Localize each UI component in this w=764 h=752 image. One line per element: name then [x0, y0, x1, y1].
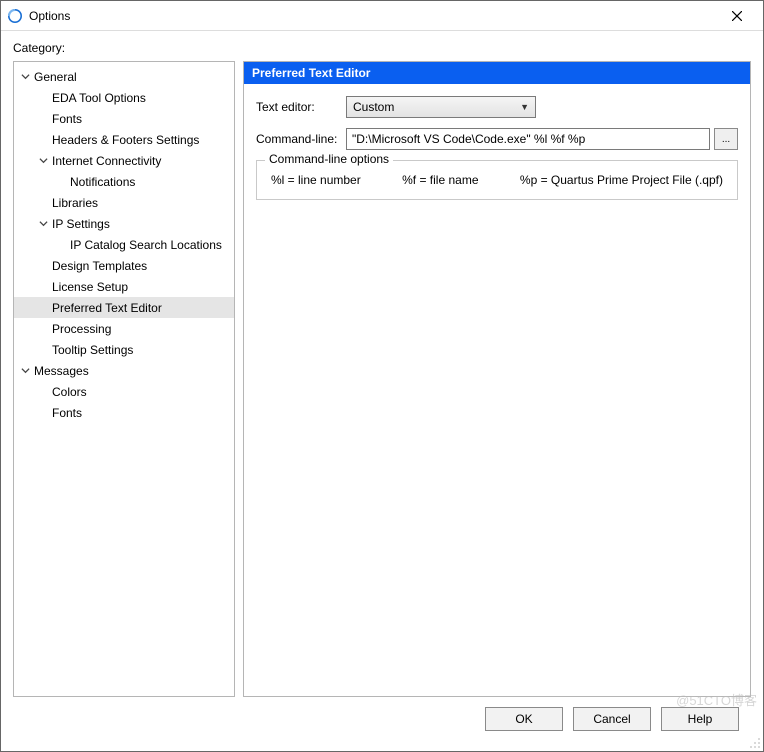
panes: General EDA Tool Options Fonts Headers & Fo… — [13, 61, 751, 697]
browse-label: ... — [722, 134, 730, 145]
tree-item-label: Messages — [34, 364, 89, 378]
content-pane: Preferred Text Editor Text editor: Custo… — [243, 61, 751, 697]
panel-title: Preferred Text Editor — [244, 62, 750, 84]
tree-item[interactable]: Preferred Text Editor — [14, 297, 234, 318]
command-line-input[interactable] — [346, 128, 710, 150]
tree-item[interactable]: Messages — [14, 360, 234, 381]
tree-item-label: IP Settings — [52, 217, 110, 231]
tree-item[interactable]: Internet Connectivity — [14, 150, 234, 171]
close-icon — [732, 11, 742, 21]
resize-grip-icon[interactable] — [747, 735, 761, 749]
titlebar: Options — [1, 1, 763, 31]
browse-button[interactable]: ... — [714, 128, 738, 150]
tree-item-label: General — [34, 70, 77, 84]
command-line-options-group: Command-line options %l = line number %f… — [256, 160, 738, 200]
tree-item-label: License Setup — [52, 280, 128, 294]
text-editor-value: Custom — [353, 100, 394, 114]
category-label: Category: — [13, 41, 751, 55]
options-legend: Command-line options — [265, 152, 393, 166]
chevron-down-icon[interactable] — [36, 217, 50, 231]
tree-item-label: Internet Connectivity — [52, 154, 161, 168]
chevron-down-icon: ▼ — [520, 102, 529, 112]
opt-project-file: %p = Quartus Prime Project File (.qpf) — [520, 173, 723, 187]
command-line-label: Command-line: — [256, 132, 346, 146]
close-button[interactable] — [717, 2, 757, 30]
tree-item-label: IP Catalog Search Locations — [70, 238, 222, 252]
tree-item-label: Colors — [52, 385, 87, 399]
dialog-footer: OK Cancel Help — [13, 697, 751, 741]
tree-item[interactable]: EDA Tool Options — [14, 87, 234, 108]
tree-item[interactable]: General — [14, 66, 234, 87]
help-button[interactable]: Help — [661, 707, 739, 731]
category-tree[interactable]: General EDA Tool Options Fonts Headers & Fo… — [13, 61, 235, 697]
cancel-button[interactable]: Cancel — [573, 707, 651, 731]
tree-item-label: Design Templates — [52, 259, 147, 273]
app-icon — [7, 8, 23, 24]
chevron-down-icon[interactable] — [36, 154, 50, 168]
chevron-down-icon[interactable] — [18, 364, 32, 378]
tree-item-label: Fonts — [52, 112, 82, 126]
text-editor-dropdown[interactable]: Custom ▼ — [346, 96, 536, 118]
tree-item[interactable]: Headers & Footers Settings — [14, 129, 234, 150]
panel-body: Text editor: Custom ▼ Command-line: ... — [244, 84, 750, 696]
command-line-row: Command-line: ... — [256, 128, 738, 150]
tree-item[interactable]: License Setup — [14, 276, 234, 297]
tree-item-label: EDA Tool Options — [52, 91, 146, 105]
text-editor-label: Text editor: — [256, 100, 346, 114]
options-dialog: Options Category: General EDA Tool Option… — [0, 0, 764, 752]
tree-item-label: Libraries — [52, 196, 98, 210]
tree-item[interactable]: IP Settings — [14, 213, 234, 234]
tree-item[interactable]: IP Catalog Search Locations — [14, 234, 234, 255]
tree-item-label: Processing — [52, 322, 111, 336]
tree-item-label: Notifications — [70, 175, 135, 189]
tree-item-label: Preferred Text Editor — [52, 301, 162, 315]
tree-item-label: Fonts — [52, 406, 82, 420]
tree-item[interactable]: Processing — [14, 318, 234, 339]
options-row: %l = line number %f = file name %p = Qua… — [269, 171, 725, 187]
tree-item[interactable]: Tooltip Settings — [14, 339, 234, 360]
tree-item[interactable]: Libraries — [14, 192, 234, 213]
text-editor-row: Text editor: Custom ▼ — [256, 96, 738, 118]
tree-item[interactable]: Fonts — [14, 108, 234, 129]
tree-item[interactable]: Fonts — [14, 402, 234, 423]
ok-button[interactable]: OK — [485, 707, 563, 731]
tree-item[interactable]: Notifications — [14, 171, 234, 192]
tree-item-label: Tooltip Settings — [52, 343, 133, 357]
opt-line-number: %l = line number — [271, 173, 361, 187]
dialog-body: Category: General EDA Tool Options Fonts He… — [1, 31, 763, 751]
opt-file-name: %f = file name — [402, 173, 478, 187]
tree-item-label: Headers & Footers Settings — [52, 133, 199, 147]
tree-item[interactable]: Design Templates — [14, 255, 234, 276]
tree-item[interactable]: Colors — [14, 381, 234, 402]
window-title: Options — [29, 9, 717, 23]
chevron-down-icon[interactable] — [18, 70, 32, 84]
